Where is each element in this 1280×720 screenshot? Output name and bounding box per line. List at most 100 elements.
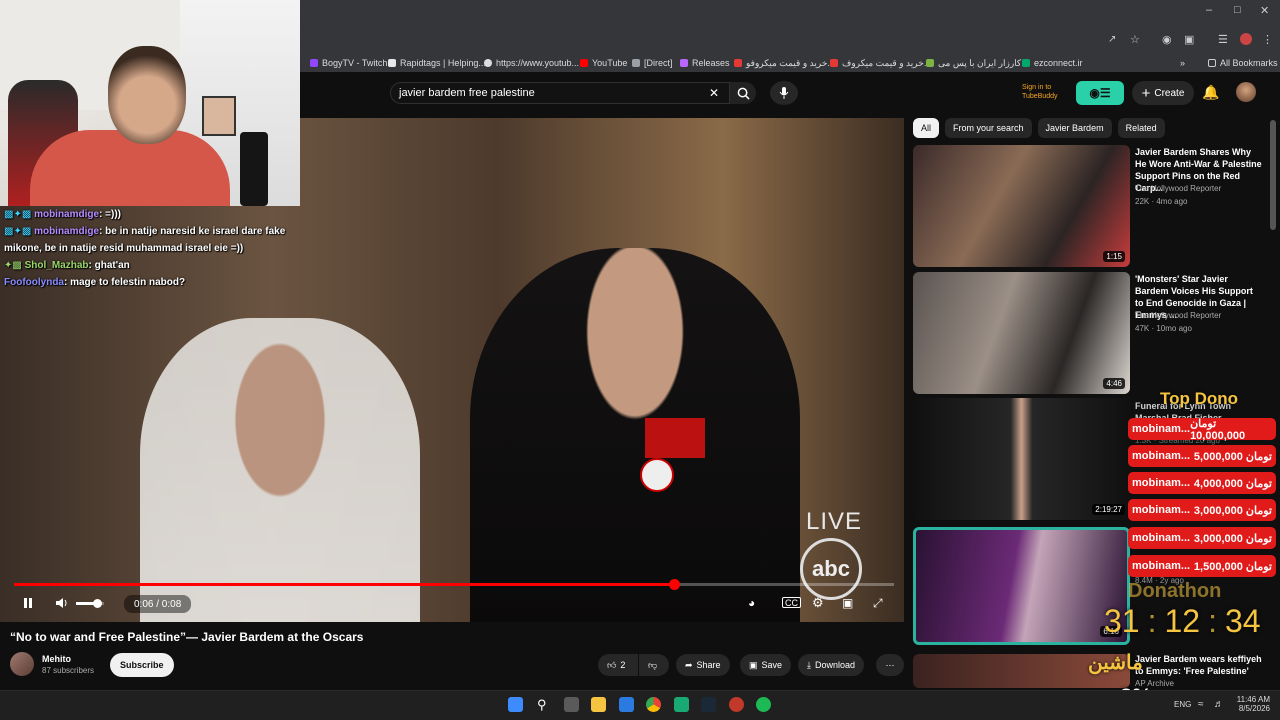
chip-related[interactable]: Related — [1117, 118, 1165, 138]
bookmarks-overflow-icon[interactable]: » — [1180, 54, 1185, 72]
search-input[interactable]: javier bardem free palestine ✕ — [390, 82, 730, 104]
notifications-bell-icon[interactable]: 🔔 — [1202, 84, 1219, 101]
chrome-icon[interactable] — [646, 697, 661, 712]
subscribe-button[interactable]: Subscribe — [110, 653, 174, 677]
chip-javier-bardem[interactable]: Javier Bardem — [1037, 118, 1112, 138]
fullscreen-icon[interactable]: ⤢ — [873, 595, 883, 611]
donor-row: mobinam... تومان 3,000,000 — [1128, 499, 1276, 521]
clock[interactable]: 11:46 AM 8/5/2026 — [1234, 695, 1270, 713]
more-actions-button[interactable]: ⋯ — [876, 654, 904, 676]
obs-icon[interactable] — [729, 697, 744, 712]
time-display: 0:06 / 0:08 — [124, 595, 192, 613]
volume-icon — [56, 598, 67, 608]
twitch-icon — [310, 59, 318, 67]
voice-search-button[interactable] — [770, 81, 798, 105]
share-page-icon[interactable]: ↗ — [1108, 34, 1116, 45]
autoplay-toggle[interactable]: ◕ — [748, 595, 755, 611]
related-meta: 22K · 4mo ago — [1135, 197, 1188, 206]
related-thumbnail[interactable]: 6:16 — [913, 527, 1130, 645]
video-title: “No to war and Free Palestine”— Javier B… — [10, 630, 364, 644]
related-meta: 47K · 10mo ago — [1135, 324, 1192, 333]
save-button[interactable]: ▣ Save — [740, 654, 792, 676]
shop-icon — [830, 59, 838, 67]
taskbar-search-icon[interactable]: ⚲ — [537, 697, 552, 712]
related-title[interactable]: Javier Bardem wears keffiyeh to Emmys: '… — [1135, 653, 1263, 677]
windows-start-icon[interactable] — [508, 697, 523, 712]
puzzle-icon[interactable]: ▣ — [1184, 33, 1194, 46]
file-explorer-icon[interactable] — [591, 697, 606, 712]
webcam-overlay — [0, 0, 300, 206]
abc-logo: abc — [800, 538, 862, 600]
live-watermark: LIVE — [806, 508, 863, 535]
like-button[interactable]: 👍︎ 2 — [598, 654, 638, 676]
mute-button[interactable] — [55, 595, 69, 611]
bookmark-item[interactable]: [Direct] — [632, 54, 673, 72]
channel-name[interactable]: Mehito — [42, 654, 71, 664]
stream-chat: ▩✦▩ mobinamdige: =))) ▩✦▩ mobinamdige: b… — [0, 206, 300, 291]
related-thumbnail[interactable]: 2:19:27 — [913, 398, 1130, 520]
sidebar-scrollbar[interactable] — [1270, 120, 1276, 230]
settings-icon[interactable]: ☰ — [1218, 33, 1228, 46]
dislike-button[interactable]: 👎︎ — [639, 654, 669, 676]
chip-all[interactable]: All — [913, 118, 940, 138]
video-frame-woman — [140, 318, 420, 622]
all-bookmarks[interactable]: All Bookmarks — [1208, 54, 1278, 72]
address-bar[interactable]: ↗ ☆ ◉ ▣ ☰ ⋮ — [300, 26, 1280, 54]
bookmark-item[interactable]: ezconnect.ir — [1022, 54, 1083, 72]
settings-gear-icon[interactable]: ⚙ — [812, 595, 824, 611]
related-channel[interactable]: The Hollywood Reporter — [1135, 311, 1221, 320]
subscriber-count: 87 subscribers — [42, 666, 95, 675]
related-channel[interactable]: The Hollywood Reporter — [1135, 184, 1221, 193]
channel-avatar[interactable] — [10, 652, 34, 676]
related-thumbnail[interactable]: 4:46 — [913, 272, 1130, 394]
speaker-icon[interactable]: ♬ — [1214, 699, 1224, 710]
tubebuddy-signin[interactable]: Sign in to TubeBuddy — [1022, 83, 1058, 101]
close-icon[interactable]: ✕ — [1260, 4, 1269, 17]
microphone-stand — [240, 132, 268, 206]
bookmark-star-icon[interactable]: ☆ — [1130, 33, 1140, 46]
chip-from-your-search[interactable]: From your search — [945, 118, 1032, 138]
red-pin — [645, 418, 705, 458]
maximize-icon[interactable]: □ — [1234, 4, 1241, 16]
volume-slider[interactable] — [76, 599, 104, 608]
volume-handle[interactable] — [93, 599, 102, 608]
spotify-icon[interactable] — [756, 697, 771, 712]
bookmark-item[interactable]: خرید و قیمت میکروف... — [830, 54, 931, 72]
progress-scrubber[interactable] — [669, 579, 680, 590]
search-button[interactable] — [730, 82, 756, 104]
bookmark-item[interactable]: Rapidtags | Helping... — [388, 54, 486, 72]
download-button[interactable]: ⤓ Download — [798, 654, 865, 676]
wifi-icon[interactable]: ≈ — [1198, 699, 1204, 710]
top-dono-title: Top Dono — [1160, 389, 1239, 408]
app-icon[interactable] — [674, 697, 689, 712]
related-thumbnail[interactable]: 1:15 — [913, 145, 1130, 267]
ezconnect-icon — [1022, 59, 1030, 67]
menu-dots-icon[interactable]: ⋮ — [1262, 33, 1273, 46]
bookmark-item[interactable]: خرید و قیمت میکروفو... — [734, 54, 835, 72]
youtube-icon — [580, 59, 588, 67]
create-button[interactable]: + Create — [1132, 81, 1194, 105]
minimize-icon[interactable]: – — [1206, 4, 1212, 16]
bookmark-item[interactable]: کارزار ایران با پس می... — [926, 54, 1029, 72]
language-indicator[interactable]: ENG — [1174, 700, 1191, 709]
clear-search-icon[interactable]: ✕ — [709, 86, 719, 100]
chat-badge-icon: ✦▩ — [4, 260, 22, 271]
miniplayer-icon[interactable]: ▣ — [842, 595, 853, 611]
tubebuddy-button[interactable]: ◉☰ — [1076, 81, 1124, 105]
chat-badge-icon: ▩✦▩ — [4, 209, 32, 220]
share-button[interactable]: ➦ Share — [676, 654, 730, 676]
bookmark-item[interactable]: Releases — [680, 54, 730, 72]
subtitles-icon[interactable]: CC — [782, 597, 801, 608]
steam-icon[interactable] — [701, 697, 716, 712]
account-avatar[interactable] — [1236, 82, 1256, 102]
task-view-icon[interactable] — [564, 697, 579, 712]
pause-button[interactable] — [22, 595, 34, 611]
extension-icon[interactable]: ◉ — [1162, 33, 1172, 46]
profile-avatar[interactable] — [1240, 33, 1252, 45]
chat-message: ▩✦▩ mobinamdige: be in natije naresid ke… — [4, 226, 286, 254]
video-progress-bar[interactable] — [14, 579, 894, 590]
bookmark-item[interactable]: https://www.youtub... — [484, 54, 579, 72]
bookmark-item[interactable]: BogyTV - Twitch — [310, 54, 387, 72]
bookmark-item[interactable]: YouTube — [580, 54, 627, 72]
vscode-icon[interactable] — [619, 697, 634, 712]
